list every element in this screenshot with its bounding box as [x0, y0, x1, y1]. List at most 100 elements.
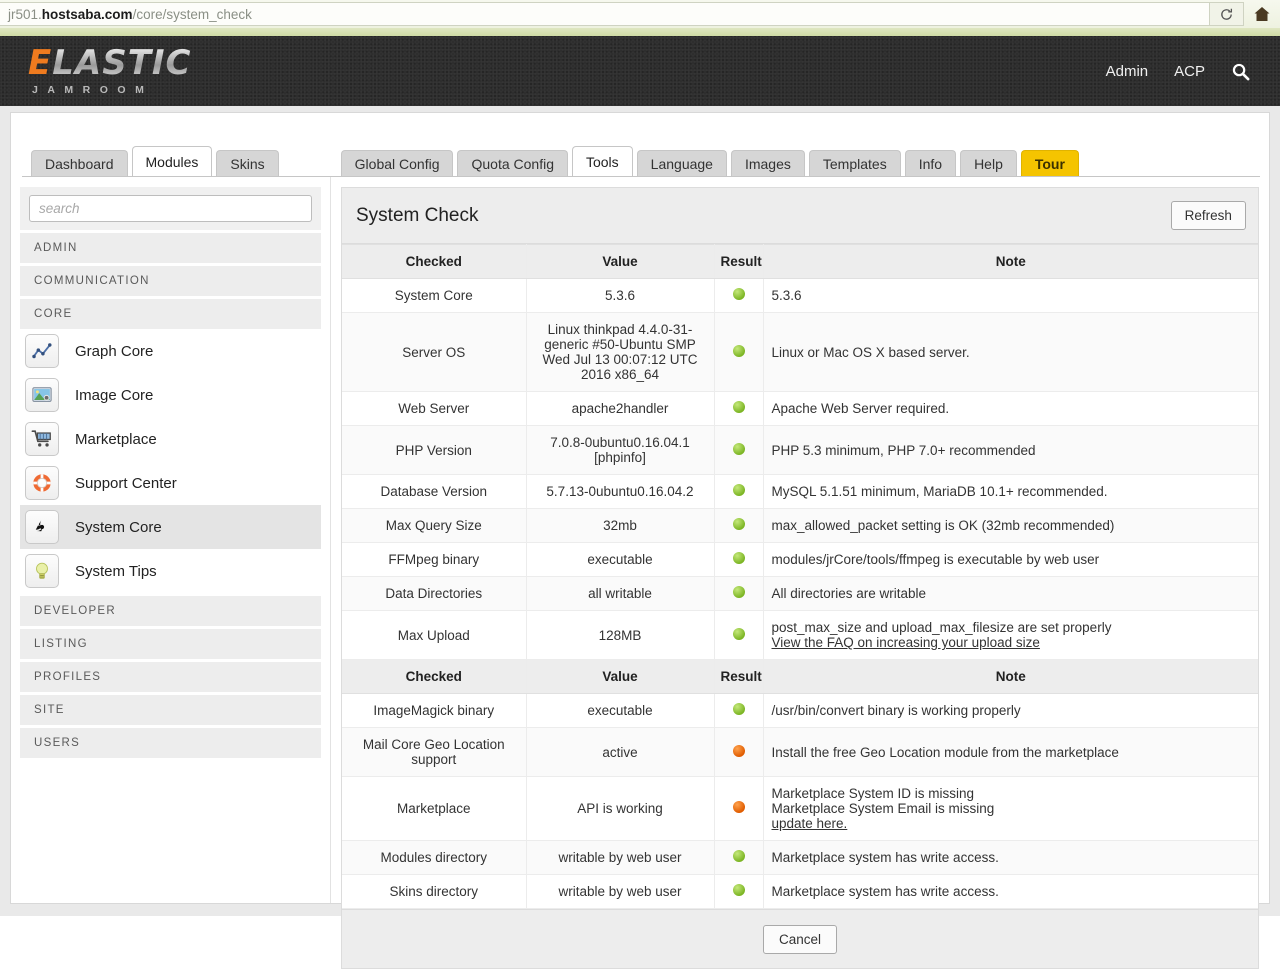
sidebar-item-image-core[interactable]: Image Core	[20, 373, 321, 417]
note-link[interactable]: View the FAQ on increasing your upload s…	[772, 635, 1250, 650]
cell-value: 128MB	[526, 610, 715, 660]
table-row: Database Version 5.7.13-0ubuntu0.16.04.2 M…	[342, 474, 1258, 509]
cell-checked: Max Upload	[342, 610, 527, 660]
tab-skins[interactable]: Skins	[216, 150, 279, 177]
table-row: Marketplace API is working Marketplace Sys…	[342, 776, 1258, 841]
lifering-icon	[25, 466, 59, 500]
sidebar-item-graph-core[interactable]: Graph Core	[20, 329, 321, 373]
note-text: Marketplace system has write access.	[771, 850, 999, 865]
reload-icon[interactable]	[1210, 2, 1244, 26]
cell-value: writable by web user	[526, 840, 715, 875]
sidebar: ADMIN COMMUNICATION CORE Graph Core	[11, 177, 331, 903]
refresh-button[interactable]: Refresh	[1170, 201, 1246, 230]
sidebar-item-support-center[interactable]: Support Center	[20, 461, 321, 505]
address-bar[interactable]: jr501. hostsaba.com/core/system_check	[0, 2, 1210, 26]
table-row: System Core 5.3.6 5.3.6	[342, 278, 1258, 313]
cell-result	[714, 776, 764, 841]
cell-result	[714, 474, 764, 509]
table-header-row: Checked Value Result Note	[342, 244, 1258, 279]
status-warning-icon	[732, 744, 745, 757]
status-ok-icon	[732, 627, 745, 640]
cell-checked: Database Version	[342, 474, 527, 509]
cell-note: /usr/bin/convert binary is working prope…	[763, 693, 1258, 728]
cell-value: 32mb	[526, 508, 715, 543]
sidebar-item-label: Support Center	[75, 474, 177, 492]
cell-note: Install the free Geo Location module fro…	[763, 727, 1258, 777]
tab-global-config[interactable]: Global Config	[340, 150, 454, 177]
table-row: FFMpeg binary executable modules/jrCore/to…	[342, 542, 1258, 577]
cell-result	[714, 610, 764, 660]
cell-note: Linux or Mac OS X based server.	[763, 312, 1258, 392]
tab-quota-config[interactable]: Quota Config	[457, 150, 568, 177]
note-text: Marketplace system has write access.	[771, 884, 999, 899]
tab-tools[interactable]: Tools	[571, 146, 633, 177]
main-panel: System Check Refresh Checked Value Resul…	[331, 177, 1269, 969]
sidebar-item-system-core[interactable]: System Core	[20, 505, 321, 549]
sidebar-group-developer[interactable]: DEVELOPER	[20, 596, 321, 626]
lightbulb-icon	[25, 554, 59, 588]
tab-modules[interactable]: Modules	[131, 146, 213, 177]
sidebar-group-site[interactable]: SITE	[20, 695, 321, 725]
site-header: ELASTIC JAMROOM Admin ACP	[0, 36, 1280, 106]
table-body-2: ImageMagick binary executable/usr/bin/con…	[342, 693, 1258, 909]
page-container: Dashboard Modules Skins Global Config Qu…	[10, 112, 1270, 969]
cell-checked: Max Query Size	[342, 508, 527, 543]
sidebar-group-listing[interactable]: LISTING	[20, 629, 321, 659]
status-ok-icon	[732, 884, 745, 896]
col-checked: Checked	[342, 659, 527, 694]
status-ok-icon	[732, 401, 745, 413]
cell-note: Marketplace system has write access.	[763, 874, 1258, 909]
cell-result	[714, 425, 764, 475]
note-link[interactable]: update here.	[772, 816, 1250, 831]
cell-value: apache2handler	[526, 391, 715, 426]
browser-toolbar: jr501. hostsaba.com/core/system_check	[0, 0, 1280, 28]
table-header-row: Checked Value Result Note	[342, 659, 1258, 694]
status-ok-icon	[732, 344, 745, 357]
sidebar-group-admin[interactable]: ADMIN	[20, 233, 321, 263]
panel-footer: Cancel	[342, 909, 1258, 968]
cell-checked: Data Directories	[342, 576, 527, 611]
search-input[interactable]	[29, 195, 312, 222]
cell-checked: Skins directory	[342, 874, 527, 909]
note-text: modules/jrCore/tools/ffmpeg is executabl…	[771, 552, 1100, 567]
cell-checked: FFMpeg binary	[342, 542, 527, 577]
sidebar-group-communication[interactable]: COMMUNICATION	[20, 266, 321, 296]
sidebar-item-system-tips[interactable]: System Tips	[20, 549, 321, 593]
sidebar-group-profiles[interactable]: PROFILES	[20, 662, 321, 692]
status-ok-icon	[732, 484, 745, 496]
tab-dashboard[interactable]: Dashboard	[31, 150, 128, 177]
tab-info[interactable]: Info	[904, 150, 957, 177]
site-logo[interactable]: ELASTIC JAMROOM	[28, 46, 192, 96]
content-area: ADMIN COMMUNICATION CORE Graph Core	[11, 177, 1269, 969]
cell-result	[714, 693, 764, 728]
tab-help[interactable]: Help	[960, 150, 1017, 177]
cell-result	[714, 508, 764, 543]
tab-templates[interactable]: Templates	[808, 150, 901, 177]
sidebar-group-users[interactable]: USERS	[20, 728, 321, 758]
logo-subtitle: JAMROOM	[32, 84, 154, 97]
tab-language[interactable]: Language	[636, 150, 727, 177]
cell-value: Linux thinkpad 4.4.0-31-generic #50-Ubun…	[526, 312, 715, 392]
table-body-1: System Core 5.3.6 5.3.6 Server OS Linux thin…	[342, 278, 1258, 660]
home-icon[interactable]	[1244, 2, 1280, 26]
note-text: MySQL 5.1.51 minimum, MariaDB 10.1+ reco…	[771, 484, 1108, 499]
url-domain: hostsaba.com	[41, 6, 133, 22]
table-row: Mail Core Geo Location support active Inst…	[342, 727, 1258, 777]
table-row: Web Server apache2handler Apache Web Serve…	[342, 391, 1258, 426]
logo-wordmark: LASTIC	[52, 43, 192, 84]
tab-tour[interactable]: Tour	[1020, 150, 1079, 177]
table-header-group-1: Checked Value Result Note	[342, 244, 1258, 279]
table-row: Max Query Size 32mb max_allowed_packet set…	[342, 508, 1258, 543]
tab-images[interactable]: Images	[730, 150, 805, 177]
note-text: Apache Web Server required.	[771, 401, 950, 416]
cancel-button[interactable]: Cancel	[762, 924, 837, 954]
cell-note: All directories are writable	[763, 576, 1258, 611]
nav-link-admin[interactable]: Admin	[1106, 63, 1149, 80]
col-value: Value	[526, 659, 715, 694]
cell-value: executable	[526, 542, 715, 577]
sidebar-group-core[interactable]: CORE	[20, 299, 321, 329]
search-icon[interactable]	[1231, 62, 1250, 81]
nav-link-acp[interactable]: ACP	[1174, 63, 1205, 80]
sidebar-item-marketplace[interactable]: Marketplace	[20, 417, 321, 461]
col-value: Value	[526, 244, 715, 279]
